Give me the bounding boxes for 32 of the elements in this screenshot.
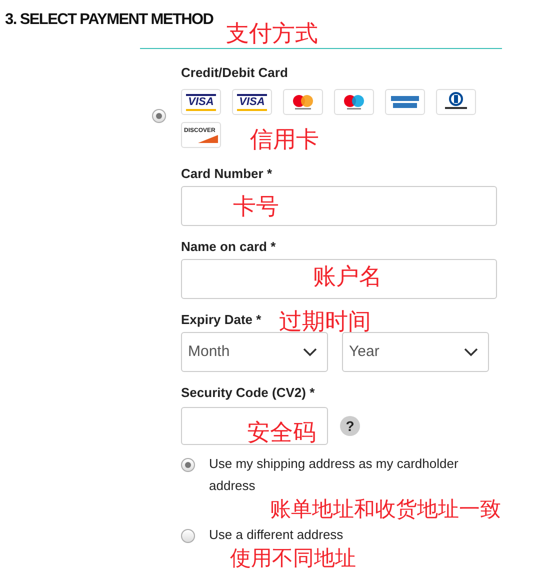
radio-button[interactable] — [181, 529, 195, 543]
annotation-text: 使用不同地址 — [230, 546, 356, 571]
radio-button[interactable] — [181, 458, 195, 472]
annotation-text: 卡号 — [233, 193, 279, 221]
card-logo — [385, 89, 425, 115]
input-field[interactable] — [181, 407, 328, 445]
chevron-icon — [303, 348, 317, 356]
card-logo: VISA — [181, 89, 221, 115]
option-label: Use a different address — [209, 526, 344, 544]
annotation-text: 信用卡 — [250, 126, 319, 154]
card-logo: VISA — [232, 89, 272, 115]
annotation-text: 支付方式 — [226, 20, 318, 48]
field-label: Expiry Date * — [181, 312, 262, 328]
annotation-text: 安全码 — [247, 419, 316, 447]
field-label: Card Number * — [181, 166, 272, 182]
annotation-text: 账单地址和收货地址一致 — [270, 497, 501, 522]
annotation-text: 账户名 — [313, 263, 382, 291]
section-heading: 3. SELECT PAYMENT METHOD — [5, 10, 214, 30]
select-field[interactable]: Month — [181, 332, 328, 372]
input-field[interactable] — [181, 186, 497, 226]
card-logo — [334, 89, 374, 115]
chevron-icon — [464, 348, 478, 356]
field-label: Name on card * — [181, 239, 276, 255]
help-button[interactable]: ? — [340, 416, 360, 436]
option-label: Use my shipping address as my cardholder address — [209, 455, 459, 495]
field-label: Security Code (CV2) * — [181, 385, 315, 401]
card-logo — [436, 89, 476, 115]
method-label: Credit/Debit Card — [181, 65, 288, 81]
card-logo — [283, 89, 323, 115]
input-field[interactable] — [181, 259, 497, 299]
radio-button[interactable] — [152, 108, 166, 122]
select-field[interactable]: Year — [342, 332, 489, 372]
